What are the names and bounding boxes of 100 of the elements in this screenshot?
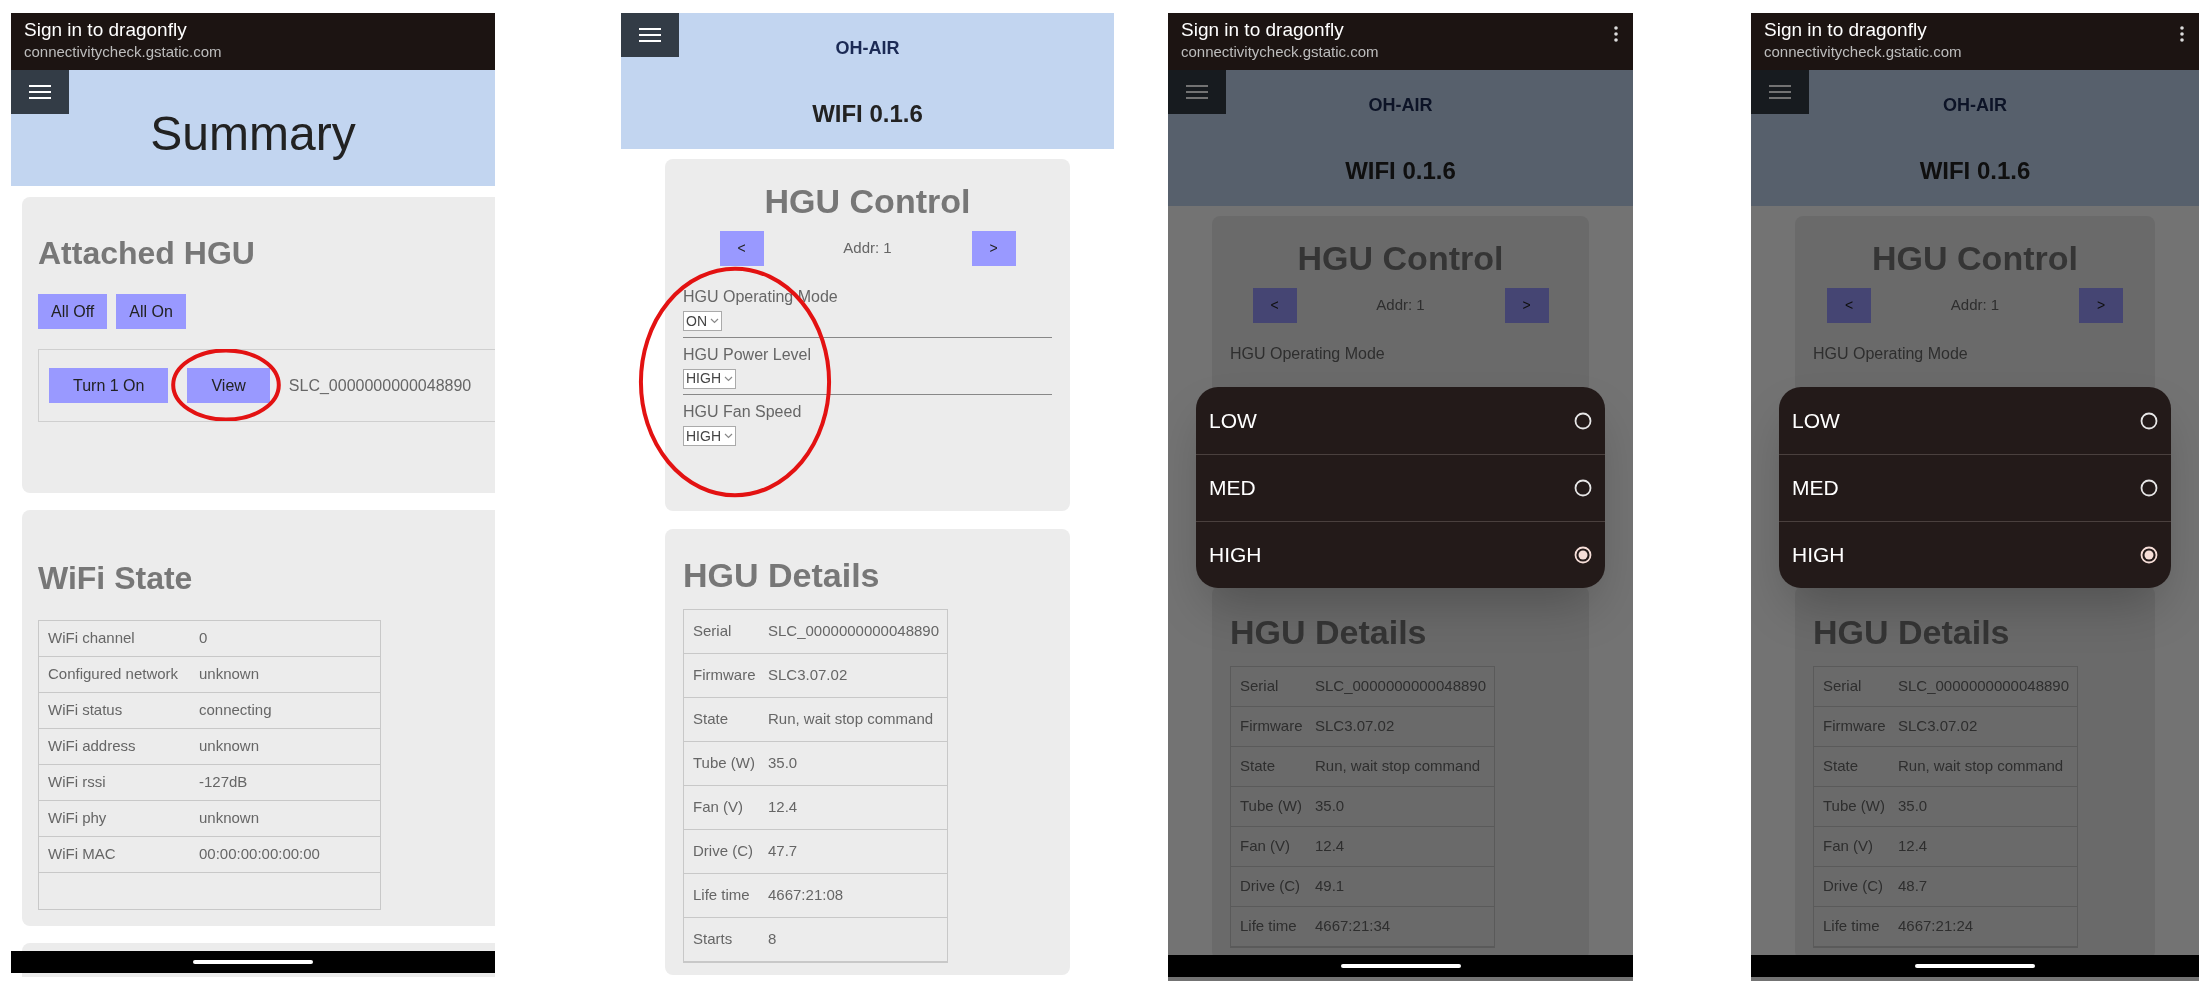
serial-text: SLC_0000000000048890: [288, 375, 472, 396]
table-cell-text: Firmware: [1822, 716, 1887, 737]
menu-icon: [29, 84, 51, 100]
table-cell-text: 0: [199, 628, 209, 649]
address-label: Addr: 1: [842, 238, 893, 259]
more-icon[interactable]: [2180, 26, 2184, 42]
more-icon[interactable]: [1614, 26, 1618, 42]
option-item[interactable]: HIGH: [1779, 521, 2171, 588]
table-cell-text: SLC3.07.02: [1898, 716, 1979, 737]
chevron-icon: [724, 433, 733, 439]
table-cell-text: SLC_0000000000048890: [768, 621, 940, 642]
field-label: HGU Operating Mode: [1813, 344, 1969, 364]
table-cell-text: connecting: [199, 700, 273, 721]
table-cell-text: SLC3.07.02: [768, 665, 849, 686]
button[interactable]: All Off: [38, 294, 108, 329]
table-cell-text: Firmware: [1239, 716, 1304, 737]
table-cell-text: Starts: [692, 929, 734, 950]
table-cell-text: SLC3.07.02: [1315, 716, 1396, 737]
menu-button[interactable]: [621, 13, 679, 57]
table-cell-text: 12.4: [1315, 836, 1346, 857]
url-text: connectivitycheck.gstatic.com: [1181, 42, 1379, 62]
table-cell-text: Serial: [692, 621, 733, 642]
table-cell-text: SLC_0000000000048890: [1315, 676, 1487, 697]
table-cell-text: 12.4: [768, 797, 799, 818]
table-cell-text: 48.7: [1898, 876, 1929, 897]
button[interactable]: >: [971, 231, 1016, 266]
page-title: Sign in to dragonfly: [1764, 18, 1928, 42]
table-cell-text: 00:00:00:00:00:00: [199, 844, 321, 865]
menu-icon: [639, 27, 661, 43]
table-cell-text: Life time: [692, 885, 751, 906]
button[interactable]: Turn 1 On: [49, 368, 169, 403]
table-cell-text: Tube (W): [1822, 796, 1886, 817]
table-cell-text: 8: [768, 929, 778, 950]
radio-button[interactable]: [1574, 546, 1592, 564]
table-cell-text: 47.7: [768, 841, 799, 862]
table-cell-text: 49.1: [1315, 876, 1346, 897]
option-item[interactable]: HIGH: [1196, 521, 1605, 588]
field-label: HGU Operating Mode: [1230, 344, 1386, 364]
field-label: HGU Fan Speed: [683, 402, 803, 422]
table-cell-text: State: [1239, 756, 1277, 777]
radio-button[interactable]: [2140, 479, 2158, 497]
table-cell-text: Drive (C): [1239, 876, 1301, 897]
page-heading: Summary: [149, 106, 357, 162]
table-cell-text: WiFi status: [47, 700, 124, 721]
app-name: OH-AIR: [1942, 94, 2008, 117]
table-cell-text: WiFi address: [47, 736, 137, 757]
section-title: HGU Details: [683, 555, 881, 595]
table-cell-text: 12.4: [1898, 836, 1929, 857]
radio-button[interactable]: [1574, 479, 1592, 497]
version-text: WIFI 0.1.6: [1918, 156, 2032, 186]
table-cell-text: WiFi channel: [47, 628, 136, 649]
table-cell-text: 4667:21:34: [1315, 916, 1392, 937]
table-cell-text: State: [692, 709, 730, 730]
table-cell-text: unknown: [199, 664, 261, 685]
table-cell-text: WiFi rssi: [47, 772, 107, 793]
table-cell-text: Drive (C): [1822, 876, 1884, 897]
radio-button[interactable]: [2140, 546, 2158, 564]
select-field[interactable]: HIGH: [683, 368, 736, 389]
table-cell-text: Firmware: [692, 665, 757, 686]
table-cell-text: WiFi phy: [47, 808, 108, 829]
table-cell-text: Configured network: [47, 664, 180, 685]
table-cell-text: Drive (C): [692, 841, 754, 862]
table-cell-text: Tube (W): [1239, 796, 1303, 817]
table-cell-text: Fan (V): [1822, 836, 1874, 857]
table-cell-text: SLC_0000000000048890: [1898, 676, 2070, 697]
table-cell-text: Serial: [1822, 676, 1863, 697]
radio-button[interactable]: [1574, 411, 1592, 430]
option-item[interactable]: LOW: [1779, 387, 2171, 454]
app-name: OH-AIR: [1367, 94, 1434, 117]
chevron-icon: [724, 375, 733, 382]
table-cell-text: Life time: [1822, 916, 1881, 937]
section-title: Attached HGU: [38, 235, 256, 271]
section-title: WiFi State: [38, 560, 194, 596]
menu-button[interactable]: [11, 70, 69, 114]
table-cell-text: unknown: [199, 736, 261, 757]
table-cell-text: 35.0: [1898, 796, 1929, 817]
menu-icon: [1186, 84, 1208, 100]
select-field[interactable]: ON: [683, 311, 722, 331]
address-label: Addr: 1: [1375, 295, 1426, 316]
option-item[interactable]: MED: [1779, 454, 2171, 521]
table-cell-text: unknown: [199, 808, 261, 829]
button[interactable]: <: [719, 231, 764, 266]
address-label: Addr: 1: [1949, 295, 2001, 316]
app-name: OH-AIR: [834, 37, 901, 60]
table-cell-text: Run, wait stop command: [768, 709, 935, 730]
option-item[interactable]: LOW: [1196, 387, 1605, 454]
table-cell-text: Fan (V): [1239, 836, 1291, 857]
version-text: WIFI 0.1.6: [811, 99, 924, 129]
page-title: Sign in to dragonfly: [24, 18, 188, 42]
table-cell-text: -127dB: [199, 772, 249, 793]
option-item[interactable]: MED: [1196, 454, 1605, 521]
page-title: Sign in to dragonfly: [1181, 18, 1345, 42]
table-cell-text: Tube (W): [692, 753, 756, 774]
field-label: HGU Operating Mode: [683, 287, 839, 307]
button[interactable]: View: [187, 368, 270, 403]
url-text: connectivitycheck.gstatic.com: [1764, 42, 1962, 62]
select-field[interactable]: HIGH: [683, 426, 736, 446]
button[interactable]: All On: [116, 294, 186, 329]
table-cell-text: WiFi MAC: [47, 844, 117, 865]
radio-button[interactable]: [2140, 411, 2158, 430]
